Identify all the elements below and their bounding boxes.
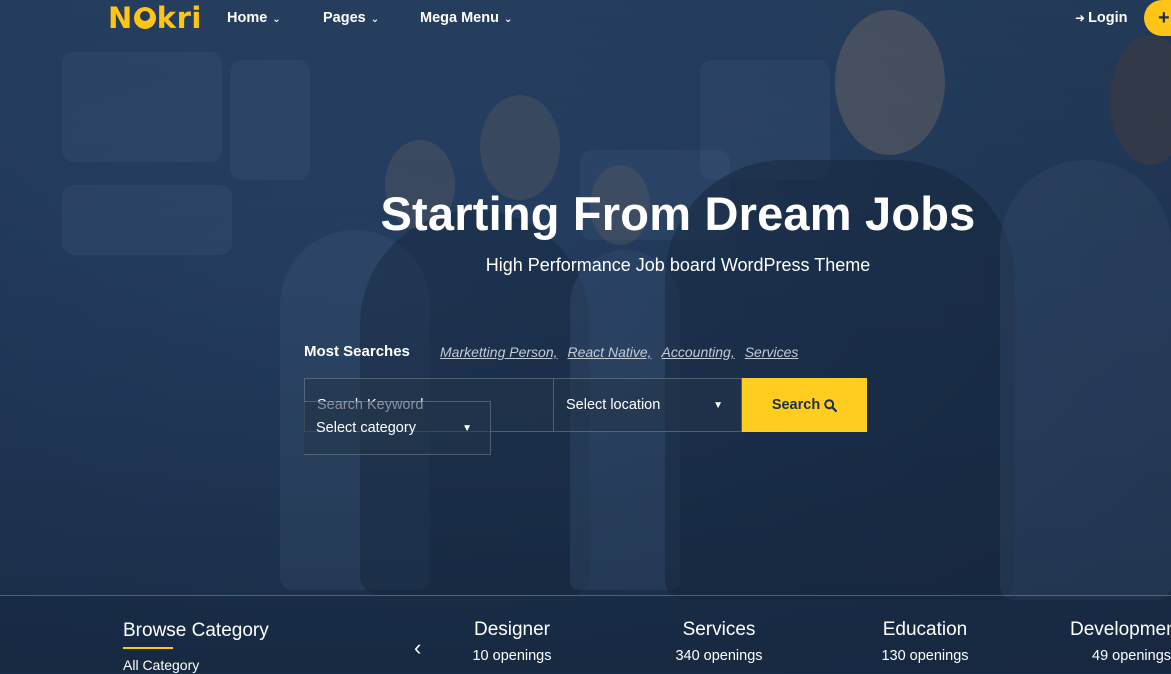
category-select-value: Select category [316, 420, 416, 436]
search-icon [824, 398, 838, 412]
browse-category-heading: Browse Category [123, 620, 269, 641]
caret-down-icon: ▼ [462, 422, 472, 434]
location-select-value: Select location [566, 397, 661, 413]
search-tag-services[interactable]: Services [745, 344, 799, 360]
category-card-education[interactable]: Education 130 openings [865, 619, 985, 664]
search-button[interactable]: Search [742, 378, 867, 432]
site-logo[interactable]: Nkri [108, 1, 202, 35]
most-searches-tags: Marketting Person, React Native, Account… [440, 344, 798, 360]
category-name: Education [882, 619, 968, 640]
post-job-button[interactable]: + [1144, 0, 1171, 36]
job-search-form: Search Keyword Select category ▼ Select … [304, 378, 867, 455]
category-select[interactable]: Select category ▼ [304, 401, 491, 455]
caret-down-icon: ▼ [713, 399, 723, 411]
location-select[interactable]: Select location ▼ [554, 378, 742, 432]
hero-subtitle: High Performance Job board WordPress The… [485, 255, 871, 275]
category-name: Designer [473, 619, 551, 640]
category-openings: 340 openings [675, 648, 763, 664]
category-strip: Browse Category All Category ‹ Designer … [0, 595, 1171, 674]
login-label: Login [1088, 10, 1128, 26]
chevron-down-icon: ⌄ [272, 13, 281, 25]
search-tag-accounting[interactable]: Accounting, [662, 344, 735, 360]
category-name: Development [1070, 619, 1171, 640]
search-button-label: Search [771, 397, 821, 413]
hero-title: Starting From Dream Jobs [380, 187, 976, 240]
category-openings: 10 openings [472, 648, 552, 664]
all-category-link[interactable]: All Category [123, 657, 199, 673]
login-link[interactable]: ➜ Login [1075, 10, 1128, 26]
most-searches-label: Most Searches [304, 343, 410, 360]
chevron-down-icon: ⌄ [370, 13, 380, 25]
heading-underline [123, 647, 173, 649]
category-name: Services [682, 619, 756, 640]
sign-in-icon: ➜ [1075, 11, 1086, 25]
nav-home-label: Home [227, 10, 268, 26]
logo-avatar-icon [133, 7, 156, 29]
chevron-down-icon: ⌄ [503, 13, 513, 25]
search-tag-react-native[interactable]: React Native, [568, 344, 652, 360]
carousel-prev-icon[interactable]: ‹ [414, 637, 421, 659]
category-openings: 49 openings [1092, 648, 1171, 664]
nav-mega-menu[interactable]: Mega Menu ⌄ [420, 10, 512, 26]
category-card-development[interactable]: Development 49 openings [1070, 619, 1171, 664]
top-navbar: Nkri Home ⌄ Pages ⌄ Mega Menu ⌄ ➜ Login … [0, 0, 1171, 38]
hero-background [0, 0, 1171, 673]
nav-home[interactable]: Home ⌄ [227, 10, 281, 26]
nav-pages[interactable]: Pages ⌄ [323, 10, 379, 26]
category-openings: 130 openings [881, 648, 969, 664]
category-card-services[interactable]: Services 340 openings [659, 619, 779, 664]
nav-pages-label: Pages [323, 10, 366, 26]
category-card-designer[interactable]: Designer 10 openings [452, 619, 572, 664]
search-tag-marketing[interactable]: Marketting Person, [440, 344, 558, 360]
nav-mega-menu-label: Mega Menu [420, 10, 499, 26]
